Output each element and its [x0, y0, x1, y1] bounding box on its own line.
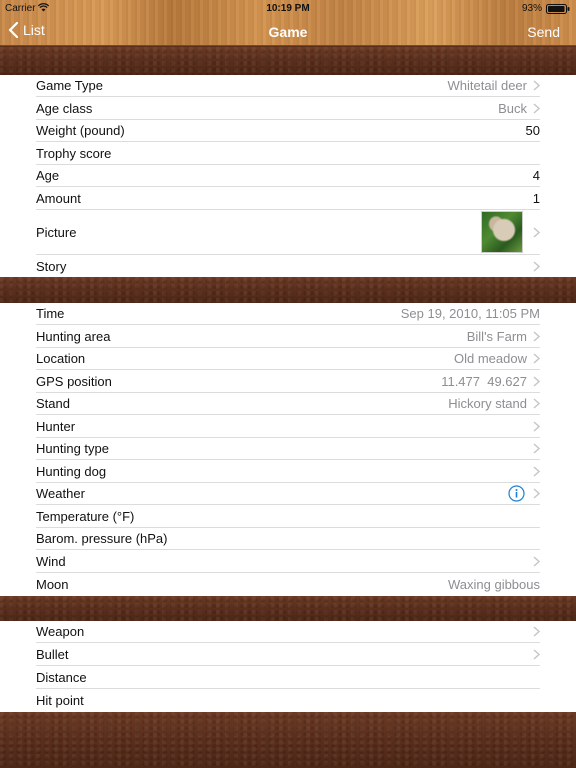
row-value: Waxing gibbous — [447, 577, 540, 592]
age-value[interactable]: 4 — [533, 168, 540, 183]
row-age-class[interactable]: Age class Buck — [36, 97, 540, 120]
chevron-right-icon — [533, 353, 540, 364]
row-label: Amount — [36, 190, 81, 206]
row-hit-point[interactable]: Hit point — [36, 689, 540, 712]
row-label: Hunting dog — [36, 463, 107, 479]
row-value: Whitetail deer — [447, 78, 527, 93]
row-hunting-area[interactable]: Hunting area Bill's Farm — [36, 325, 540, 348]
row-label: Distance — [36, 669, 87, 685]
navigation-bar: List Game Send — [0, 18, 576, 46]
status-bar: Carrier 10:19 PM 93% — [0, 0, 576, 16]
row-weapon[interactable]: Weapon — [36, 621, 540, 643]
leather-footer — [0, 712, 576, 768]
chevron-right-icon — [533, 375, 540, 387]
chevron-right-icon — [533, 330, 540, 342]
row-picture[interactable]: Picture — [36, 210, 540, 255]
section-game-details: Game Type Whitetail deer Age class Buck … — [0, 75, 576, 277]
status-time: 10:19 PM — [266, 3, 310, 14]
chevron-right-icon — [533, 226, 540, 238]
leather-separator — [0, 596, 576, 621]
row-label: Stand — [36, 396, 70, 411]
row-label: Time — [36, 306, 65, 321]
chevron-right-icon — [533, 398, 540, 409]
row-location[interactable]: Location Old meadow — [36, 348, 540, 370]
row-label: Age class — [36, 100, 93, 116]
deer-photo-thumbnail[interactable] — [481, 211, 523, 253]
leather-separator — [0, 47, 576, 75]
row-story[interactable]: Story — [36, 255, 540, 277]
chevron-left-icon — [8, 22, 19, 38]
info-icon[interactable] — [508, 485, 525, 502]
row-hunting-type[interactable]: Hunting type — [36, 438, 540, 460]
leather-separator — [0, 277, 576, 303]
row-time[interactable]: Time Sep 19, 2010, 11:05 PM — [36, 303, 540, 325]
row-label: Trophy score — [36, 145, 112, 161]
row-label: Bullet — [36, 646, 69, 662]
row-moon[interactable]: Moon Waxing gibbous — [36, 573, 540, 596]
row-age[interactable]: Age 4 — [36, 165, 540, 187]
row-value: Bill's Farm — [466, 328, 527, 344]
row-hunter[interactable]: Hunter — [36, 415, 540, 438]
row-temperature[interactable]: Temperature (°F) — [36, 505, 540, 528]
chevron-right-icon — [533, 420, 540, 432]
row-value: 11.477 49.627 — [441, 373, 527, 389]
back-button[interactable]: List — [8, 22, 45, 38]
row-label: Weight (pound) — [36, 123, 125, 138]
row-label: Hunting type — [36, 441, 109, 456]
battery-percent: 93% — [521, 3, 542, 14]
row-gps-position[interactable]: GPS position 11.477 49.627 — [36, 370, 540, 393]
row-trophy-score[interactable]: Trophy score — [36, 142, 540, 165]
row-hunting-dog[interactable]: Hunting dog — [36, 460, 540, 483]
row-value: Sep 19, 2010, 11:05 PM — [400, 306, 540, 321]
section-shot-details: Weapon Bullet Distance Hit point — [0, 621, 576, 712]
row-value: Buck — [498, 100, 527, 116]
row-label: Age — [36, 168, 60, 183]
chevron-right-icon — [533, 102, 540, 114]
row-label: Barom. pressure (hPa) — [36, 531, 168, 546]
row-weather[interactable]: Weather — [36, 483, 540, 505]
row-wind[interactable]: Wind — [36, 550, 540, 573]
chevron-right-icon — [533, 80, 540, 91]
row-stand[interactable]: Stand Hickory stand — [36, 393, 540, 415]
section-hunt-details: Time Sep 19, 2010, 11:05 PM Hunting area… — [0, 303, 576, 596]
row-label: Story — [36, 258, 67, 274]
row-label: Picture — [36, 224, 77, 240]
wood-header: Carrier 10:19 PM 93% List Game Send — [0, 0, 576, 46]
row-value: Hickory stand — [448, 396, 527, 411]
send-button[interactable]: Send — [527, 24, 560, 40]
chevron-right-icon — [533, 626, 540, 637]
row-label: Game Type — [36, 78, 103, 93]
row-label: Hunter — [36, 418, 76, 434]
weight-value[interactable]: 50 — [526, 123, 540, 138]
row-bullet[interactable]: Bullet — [36, 643, 540, 666]
back-button-label: List — [23, 22, 45, 38]
page-title: Game — [268, 24, 308, 40]
row-label: Hunting area — [36, 328, 111, 344]
row-game-type[interactable]: Game Type Whitetail deer — [36, 75, 540, 97]
chevron-right-icon — [533, 648, 540, 660]
row-distance[interactable]: Distance — [36, 666, 540, 689]
row-barometric-pressure[interactable]: Barom. pressure (hPa) — [36, 528, 540, 550]
chevron-right-icon — [533, 555, 540, 567]
row-amount[interactable]: Amount 1 — [36, 187, 540, 210]
chevron-right-icon — [533, 465, 540, 477]
chevron-right-icon — [533, 488, 540, 499]
battery-icon — [546, 4, 570, 14]
row-label: GPS position — [36, 373, 112, 389]
chevron-right-icon — [533, 443, 540, 454]
row-value: Old meadow — [454, 351, 527, 366]
chevron-right-icon — [533, 260, 540, 272]
row-label: Weapon — [36, 624, 85, 639]
row-label: Moon — [36, 577, 69, 592]
row-label: Hit point — [36, 693, 84, 708]
row-label: Temperature (°F) — [36, 508, 135, 524]
row-label: Weather — [36, 486, 85, 501]
amount-value[interactable]: 1 — [533, 191, 540, 206]
row-weight[interactable]: Weight (pound) 50 — [36, 120, 540, 142]
row-label: Wind — [36, 553, 66, 569]
row-label: Location — [36, 351, 86, 366]
